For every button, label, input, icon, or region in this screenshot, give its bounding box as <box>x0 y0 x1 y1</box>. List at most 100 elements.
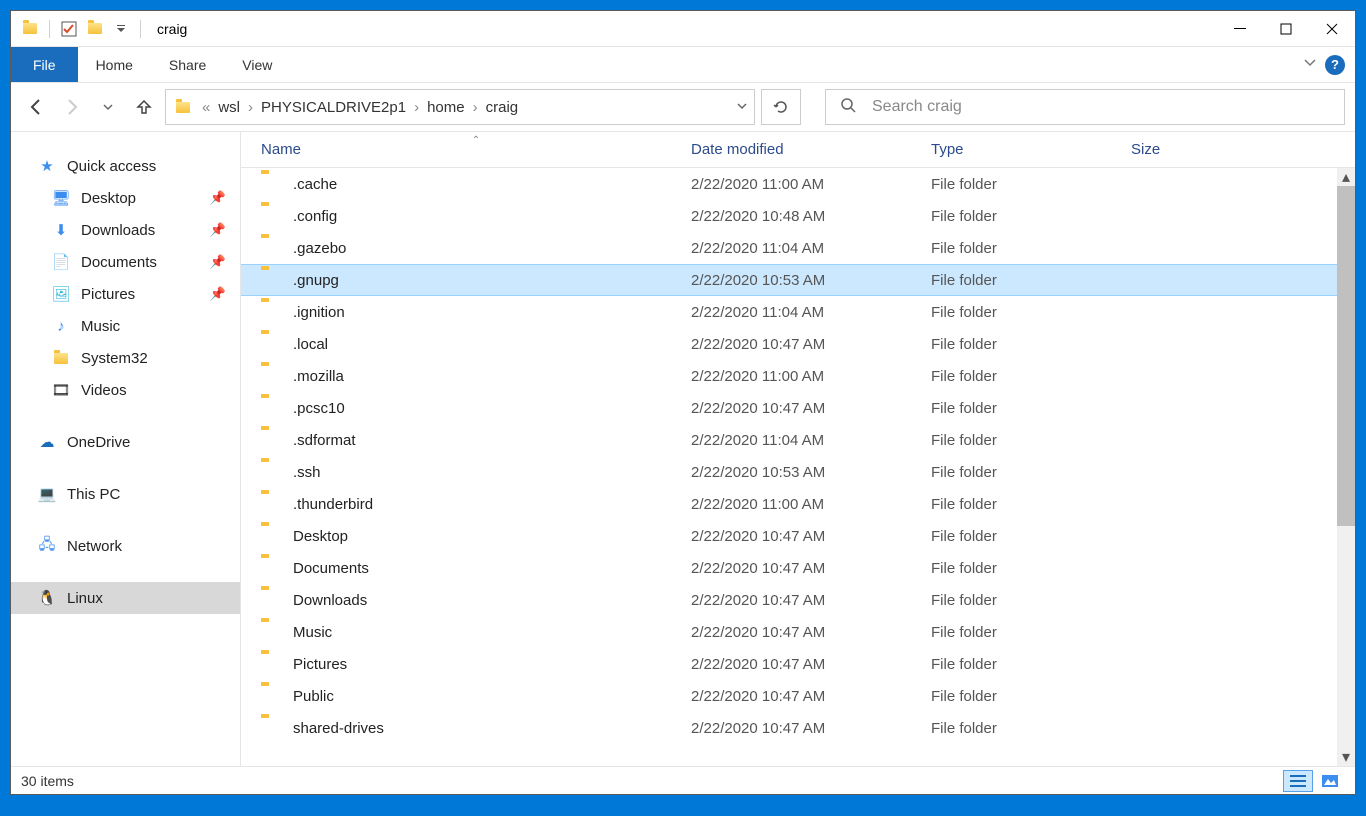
address-dropdown-icon[interactable] <box>736 99 748 116</box>
file-name: Pictures <box>293 656 691 673</box>
file-name: .mozilla <box>293 368 691 385</box>
window-title: craig <box>157 21 1217 37</box>
sidebar-this-pc[interactable]: 💻 This PC <box>11 478 240 510</box>
scroll-thumb[interactable] <box>1337 186 1355 526</box>
sidebar-label: This PC <box>67 486 120 503</box>
sidebar-quick-access[interactable]: ★ Quick access <box>11 150 240 182</box>
table-row[interactable]: .mozilla2/22/2020 11:00 AMFile folder <box>241 360 1355 392</box>
table-row[interactable]: Music2/22/2020 10:47 AMFile folder <box>241 616 1355 648</box>
sidebar-item-music[interactable]: ♪ Music <box>11 310 240 342</box>
ribbon-expand-icon[interactable] <box>1303 55 1317 74</box>
table-row[interactable]: .ssh2/22/2020 10:53 AMFile folder <box>241 456 1355 488</box>
sidebar-item-system32[interactable]: System32 <box>11 342 240 374</box>
folder-icon <box>261 430 281 450</box>
file-date: 2/22/2020 10:48 AM <box>691 208 931 225</box>
sidebar-item-desktop[interactable]: 🖥 Desktop 📌 <box>11 182 240 214</box>
qat-folder-icon[interactable] <box>85 19 105 39</box>
qat-dropdown-icon[interactable] <box>111 19 131 39</box>
chevron-left-icon[interactable]: « <box>202 99 210 116</box>
crumb-2[interactable]: home <box>421 90 471 124</box>
file-type: File folder <box>931 336 1131 353</box>
tab-file[interactable]: File <box>11 47 78 82</box>
address-bar[interactable]: « wsl › PHYSICALDRIVE2p1 › home › craig <box>165 89 755 125</box>
file-date: 2/22/2020 11:00 AM <box>691 368 931 385</box>
file-type: File folder <box>931 624 1131 641</box>
table-row[interactable]: Documents2/22/2020 10:47 AMFile folder <box>241 552 1355 584</box>
scrollbar[interactable]: ▴ ▾ <box>1337 168 1355 766</box>
table-row[interactable]: .gnupg2/22/2020 10:53 AMFile folder <box>241 264 1355 296</box>
desktop-icon: 🖥 <box>51 188 71 208</box>
table-row[interactable]: Pictures2/22/2020 10:47 AMFile folder <box>241 648 1355 680</box>
search-input[interactable]: Search craig <box>825 89 1345 125</box>
linux-icon: 🐧 <box>37 588 57 608</box>
pc-icon: 💻 <box>37 484 57 504</box>
file-list[interactable]: .cache2/22/2020 11:00 AMFile folder.conf… <box>241 168 1355 766</box>
up-button[interactable] <box>129 92 159 122</box>
sidebar-network[interactable]: 🖧 Network <box>11 530 240 562</box>
help-button[interactable]: ? <box>1325 55 1345 75</box>
tab-view[interactable]: View <box>224 47 290 82</box>
sidebar-linux[interactable]: 🐧 Linux <box>11 582 240 614</box>
table-row[interactable]: .cache2/22/2020 11:00 AMFile folder <box>241 168 1355 200</box>
sidebar-onedrive[interactable]: ☁ OneDrive <box>11 426 240 458</box>
folder-icon <box>261 462 281 482</box>
file-date: 2/22/2020 10:47 AM <box>691 336 931 353</box>
title-bar: craig <box>11 11 1355 47</box>
col-type[interactable]: Type <box>931 141 1131 158</box>
crumb-3[interactable]: craig <box>480 90 525 124</box>
status-bar: 30 items <box>11 766 1355 794</box>
main-area: ★ Quick access 🖥 Desktop 📌 ⬇ Downloads 📌… <box>11 131 1355 766</box>
file-date: 2/22/2020 10:47 AM <box>691 624 931 641</box>
table-row[interactable]: .ignition2/22/2020 11:04 AMFile folder <box>241 296 1355 328</box>
table-row[interactable]: Downloads2/22/2020 10:47 AMFile folder <box>241 584 1355 616</box>
table-row[interactable]: .pcsc102/22/2020 10:47 AMFile folder <box>241 392 1355 424</box>
sidebar-item-documents[interactable]: 📄 Documents 📌 <box>11 246 240 278</box>
file-date: 2/22/2020 11:04 AM <box>691 240 931 257</box>
table-row[interactable]: shared-drives2/22/2020 10:47 AMFile fold… <box>241 712 1355 744</box>
sidebar-label: Linux <box>67 590 103 607</box>
table-row[interactable]: Desktop2/22/2020 10:47 AMFile folder <box>241 520 1355 552</box>
file-date: 2/22/2020 10:47 AM <box>691 592 931 609</box>
ribbon: File Home Share View ? <box>11 47 1355 83</box>
sidebar-item-pictures[interactable]: 🖼 Pictures 📌 <box>11 278 240 310</box>
back-button[interactable] <box>21 92 51 122</box>
minimize-button[interactable] <box>1217 13 1263 45</box>
refresh-button[interactable] <box>761 89 801 125</box>
file-name: .config <box>293 208 691 225</box>
table-row[interactable]: .gazebo2/22/2020 11:04 AMFile folder <box>241 232 1355 264</box>
properties-check-icon[interactable] <box>59 19 79 39</box>
table-row[interactable]: .sdformat2/22/2020 11:04 AMFile folder <box>241 424 1355 456</box>
folder-icon <box>261 398 281 418</box>
file-type: File folder <box>931 592 1131 609</box>
scroll-up-icon[interactable]: ▴ <box>1337 168 1355 186</box>
maximize-button[interactable] <box>1263 13 1309 45</box>
table-row[interactable]: .thunderbird2/22/2020 11:00 AMFile folde… <box>241 488 1355 520</box>
table-row[interactable]: Public2/22/2020 10:47 AMFile folder <box>241 680 1355 712</box>
content-area: ⌃ Name Date modified Type Size .cache2/2… <box>241 132 1355 766</box>
sidebar-item-videos[interactable]: 🎞 Videos <box>11 374 240 406</box>
file-type: File folder <box>931 368 1131 385</box>
file-date: 2/22/2020 11:04 AM <box>691 432 931 449</box>
forward-button[interactable] <box>57 92 87 122</box>
scroll-down-icon[interactable]: ▾ <box>1337 748 1355 766</box>
crumb-0[interactable]: wsl <box>212 90 246 124</box>
tab-share[interactable]: Share <box>151 47 224 82</box>
crumb-1[interactable]: PHYSICALDRIVE2p1 <box>255 90 412 124</box>
col-label: Name <box>261 141 301 158</box>
table-row[interactable]: .config2/22/2020 10:48 AMFile folder <box>241 200 1355 232</box>
file-name: Music <box>293 624 691 641</box>
details-view-button[interactable] <box>1283 770 1313 792</box>
folder-icon <box>261 174 281 194</box>
col-size[interactable]: Size <box>1131 141 1355 158</box>
table-row[interactable]: .local2/22/2020 10:47 AMFile folder <box>241 328 1355 360</box>
file-type: File folder <box>931 176 1131 193</box>
tab-home[interactable]: Home <box>78 47 151 82</box>
history-dropdown-icon[interactable] <box>93 92 123 122</box>
sidebar-item-downloads[interactable]: ⬇ Downloads 📌 <box>11 214 240 246</box>
thumbnails-view-button[interactable] <box>1315 770 1345 792</box>
col-date[interactable]: Date modified <box>691 141 931 158</box>
sidebar-label: Network <box>67 538 122 555</box>
close-button[interactable] <box>1309 13 1355 45</box>
col-name[interactable]: ⌃ Name <box>261 141 691 158</box>
folder-icon <box>261 334 281 354</box>
